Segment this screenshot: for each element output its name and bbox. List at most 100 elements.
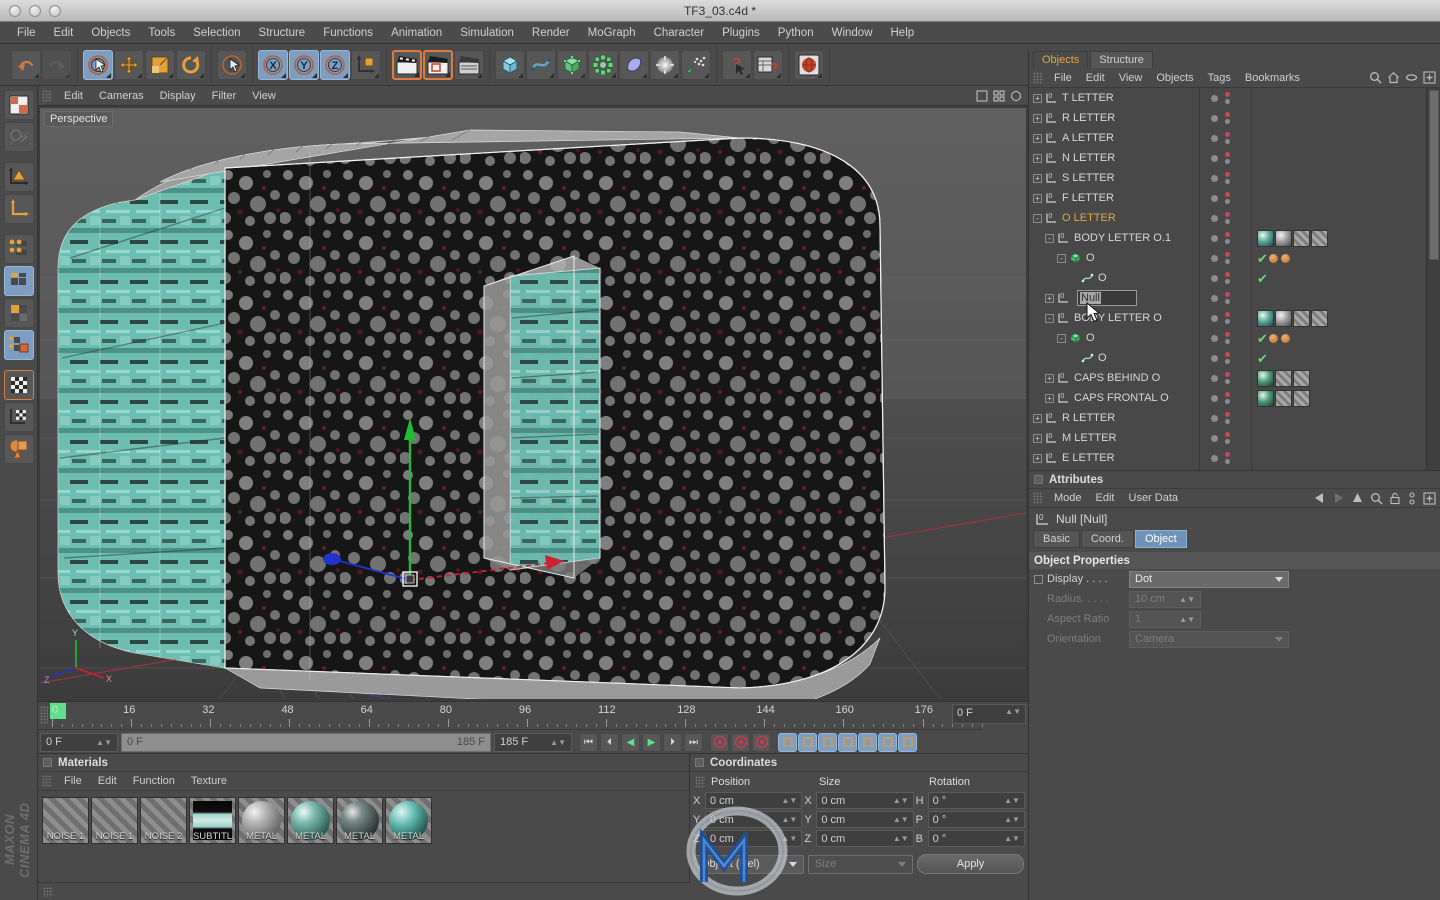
- visibility-dot-pair[interactable]: [1225, 112, 1230, 124]
- menu-item-functions[interactable]: Functions: [314, 25, 382, 41]
- render-visibility-dot[interactable]: [1225, 239, 1230, 244]
- rotation-1-field[interactable]: 0 ° ▲▼: [927, 811, 1025, 828]
- coordinate-row[interactable]: Y 0 cm ▲▼ Y 0 cm ▲▼ P 0 ° ▲▼: [690, 810, 1028, 829]
- visibility-dots-row[interactable]: [1205, 248, 1250, 268]
- autokey-toggle[interactable]: [878, 732, 897, 752]
- object-tags-row[interactable]: [1255, 448, 1424, 468]
- layout-icon[interactable]: [3, 90, 34, 120]
- attributes-menu-bar[interactable]: Mode Edit User Data: [1029, 489, 1440, 508]
- render-settings-icon[interactable]: [454, 49, 484, 80]
- panel-grip-icon[interactable]: [1033, 492, 1043, 504]
- viewport-3d[interactable]: Y X Z Perspective: [40, 108, 1026, 699]
- expand-toggle-icon[interactable]: -: [1057, 253, 1066, 263]
- workplane-icon[interactable]: [3, 434, 34, 464]
- rotate-tool-icon[interactable]: [176, 49, 206, 80]
- cube-primitive-icon[interactable]: [495, 49, 525, 80]
- property-select[interactable]: Dot: [1129, 570, 1289, 588]
- submenu-corner-icon[interactable]: [312, 72, 317, 78]
- object-tree-row[interactable]: +0 N LETTER: [1029, 148, 1199, 168]
- spinner-icon[interactable]: ▲▼: [1004, 796, 1020, 805]
- material-item[interactable]: METAL: [287, 797, 334, 844]
- editor-visibility-dot[interactable]: [1225, 372, 1230, 377]
- materials-menu-file[interactable]: File: [56, 774, 90, 788]
- editor-visibility-dot[interactable]: [1225, 152, 1230, 157]
- scrollbar-thumb[interactable]: [1429, 90, 1439, 260]
- array-icon[interactable]: [588, 49, 618, 80]
- object-tree-row[interactable]: +0 M LETTER: [1029, 428, 1199, 448]
- submenu-corner-icon[interactable]: [199, 72, 204, 78]
- object-row-renaming[interactable]: +0 Null: [1029, 288, 1199, 308]
- spinner-icon[interactable]: ▲▼: [96, 738, 112, 747]
- material-tag-icon[interactable]: [1275, 229, 1292, 247]
- expand-toggle-icon[interactable]: -: [1045, 233, 1054, 243]
- panel-collapse-icon[interactable]: [43, 758, 52, 767]
- property-row[interactable]: Radius. . . . . 10 cm ▲▼: [1029, 589, 1440, 609]
- texture-axis-icon[interactable]: [3, 402, 34, 432]
- editor-visibility-dot[interactable]: [1225, 172, 1230, 177]
- submenu-corner-icon[interactable]: [34, 72, 39, 78]
- coordinate-mode-select[interactable]: Object (Rel): [694, 854, 804, 874]
- object-tree-row[interactable]: +0 E LETTER: [1029, 448, 1199, 468]
- texture-tag-icon[interactable]: [1275, 369, 1292, 387]
- submenu-corner-icon[interactable]: [374, 72, 379, 78]
- timeline-controls[interactable]: 0 F ▲▼ 0 F 185 F 185 F ▲▼ ⏮ ⏴ ◀ ▶ ⏵ ⏭: [38, 731, 1028, 753]
- apply-button[interactable]: Apply: [917, 854, 1024, 874]
- object-tree-row[interactable]: +0 T LETTER: [1029, 88, 1199, 108]
- visibility-dots-row[interactable]: [1205, 148, 1250, 168]
- menu-item-selection[interactable]: Selection: [184, 25, 249, 41]
- editor-visibility-dot[interactable]: [1225, 392, 1230, 397]
- panel-collapse-icon[interactable]: [695, 758, 704, 767]
- editor-visibility-dot[interactable]: [1225, 272, 1230, 277]
- rotation-0-field[interactable]: 0 ° ▲▼: [927, 792, 1025, 809]
- render-visibility-dot[interactable]: [1225, 199, 1230, 204]
- property-number[interactable]: 1 ▲▼: [1129, 610, 1201, 628]
- materials-menu-bar[interactable]: File Edit Function Texture: [38, 772, 689, 791]
- panel-grip-icon[interactable]: [43, 886, 53, 897]
- submenu-corner-icon[interactable]: [776, 72, 781, 78]
- visibility-dot-pair[interactable]: [1225, 92, 1230, 104]
- om-menu-tags[interactable]: Tags: [1201, 71, 1238, 85]
- expand-toggle-icon[interactable]: +: [1033, 173, 1042, 183]
- visibility-dot-pair[interactable]: [1225, 232, 1230, 244]
- phong-tag-icon[interactable]: ✔: [1257, 332, 1268, 345]
- preview-range-start[interactable]: 0 F 185 F: [121, 732, 491, 752]
- enable-toggle-dot[interactable]: [1211, 314, 1218, 322]
- object-tree-scrollbar[interactable]: [1426, 88, 1440, 470]
- object-tree-row[interactable]: +0 R LETTER: [1029, 108, 1199, 128]
- search-icon[interactable]: [1369, 71, 1382, 84]
- om-tab-structure[interactable]: Structure: [1090, 51, 1153, 68]
- object-axis-icon[interactable]: [3, 194, 34, 224]
- spinner-icon[interactable]: ▲▼: [893, 834, 909, 843]
- submenu-corner-icon[interactable]: [549, 72, 554, 78]
- material-tag-icon[interactable]: [1275, 309, 1292, 327]
- enable-toggle-dot[interactable]: [1211, 154, 1218, 162]
- editor-visibility-dot[interactable]: [1225, 212, 1230, 217]
- expand-toggle-icon[interactable]: +: [1033, 433, 1042, 443]
- menu-item-animation[interactable]: Animation: [382, 25, 451, 41]
- materials-menu-edit[interactable]: Edit: [90, 774, 125, 788]
- object-tree-row[interactable]: -0 BODY LETTER O: [1029, 308, 1199, 328]
- material-tag-icon[interactable]: [1257, 309, 1274, 327]
- visibility-dots-row[interactable]: [1205, 328, 1250, 348]
- current-frame-field[interactable]: 0 F ▲▼: [952, 704, 1026, 724]
- object-tags-row[interactable]: [1255, 148, 1424, 168]
- object-tags-row[interactable]: [1255, 128, 1424, 148]
- visibility-dot-pair[interactable]: [1225, 392, 1230, 404]
- render-preview-icon[interactable]: [3, 122, 34, 152]
- keyframe-selection-button[interactable]: [752, 732, 771, 752]
- menu-item-file[interactable]: File: [8, 25, 45, 41]
- expand-toggle-icon[interactable]: +: [1033, 113, 1042, 123]
- attr-menu-mode[interactable]: Mode: [1047, 491, 1089, 505]
- parameter-key-toggle[interactable]: [838, 732, 857, 752]
- spinner-icon[interactable]: ▲▼: [1179, 615, 1195, 624]
- texture-tag-icon[interactable]: [1311, 309, 1328, 327]
- menu-item-python[interactable]: Python: [769, 25, 823, 41]
- expand-toggle-icon[interactable]: +: [1045, 293, 1054, 303]
- submenu-corner-icon[interactable]: [817, 72, 822, 78]
- live-selection-icon[interactable]: [217, 49, 247, 80]
- render-visibility-dot[interactable]: [1225, 139, 1230, 144]
- object-tree-row[interactable]: -O: [1029, 328, 1199, 348]
- material-item[interactable]: NOISE 2: [140, 797, 187, 844]
- enable-toggle-dot[interactable]: [1211, 254, 1218, 262]
- visibility-dot-pair[interactable]: [1225, 272, 1230, 284]
